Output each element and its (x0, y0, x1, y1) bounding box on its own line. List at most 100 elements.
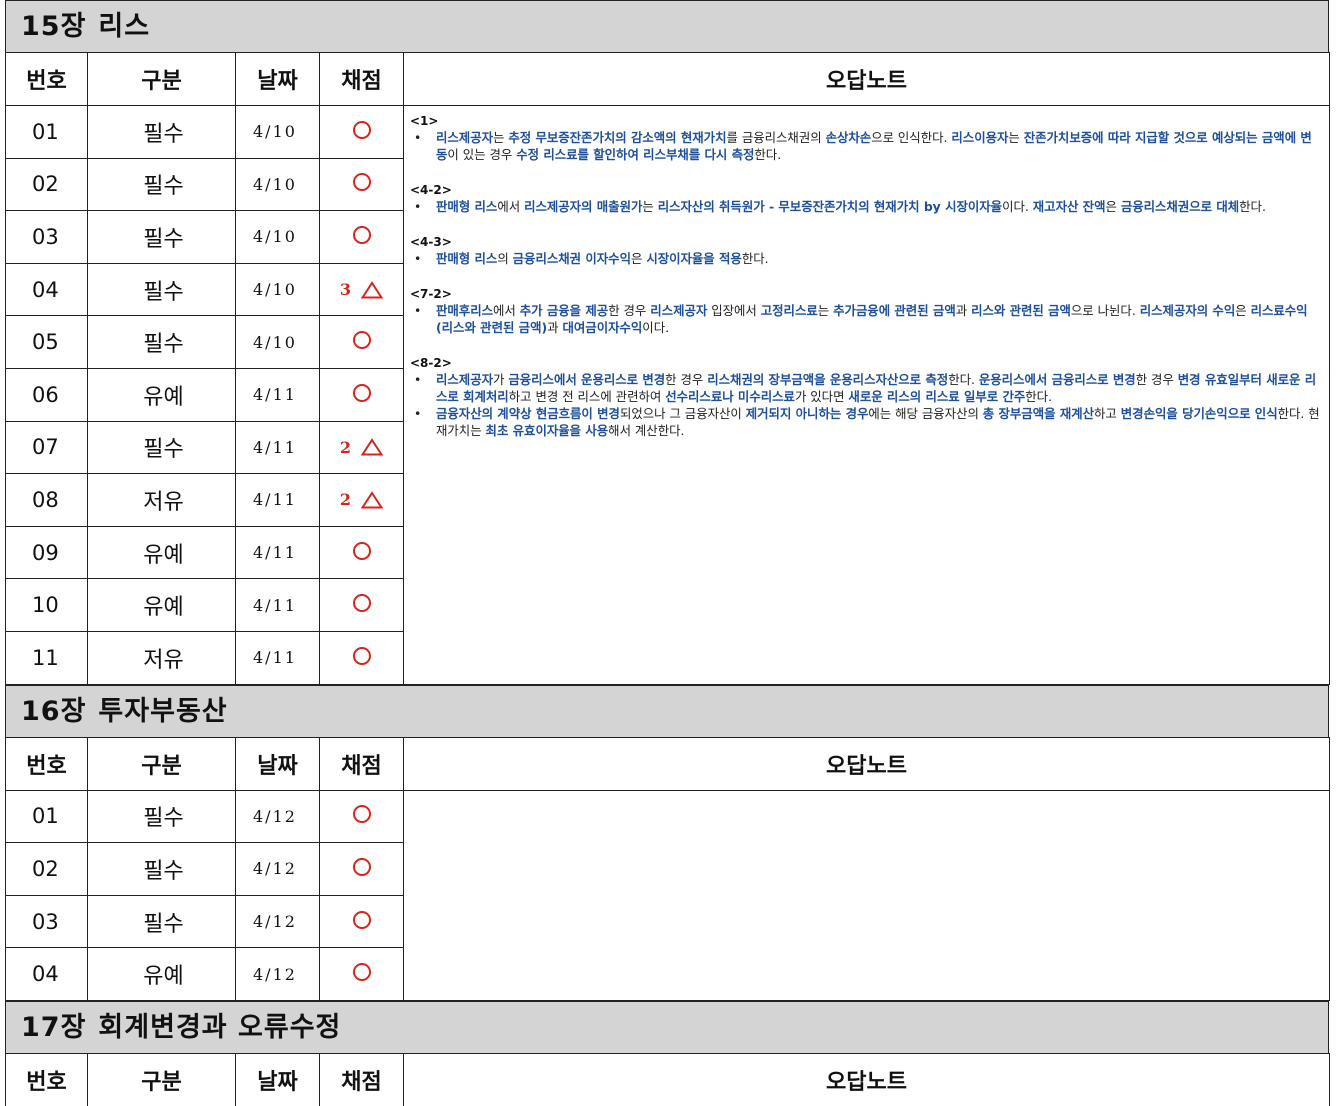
note-tag: <7-2> (410, 287, 452, 301)
note-text: 은 (1105, 199, 1121, 214)
row-number: 03 (5, 894, 88, 949)
circle-icon (352, 225, 371, 244)
grade-mark: 2 (339, 437, 384, 457)
note-tag: <8-2> (410, 356, 452, 370)
retry-count: 2 (339, 490, 352, 510)
answer-table: 번호 구분 날짜 채점 오답노트 01 필수 4/10 <1> • 리스제공자는 추정 무보증잔존가… (5, 52, 1330, 685)
bullet-icon: • (414, 251, 422, 266)
row-date: 4/10 (235, 157, 320, 212)
row-grade (319, 105, 404, 159)
note-keyword: 금융자산의 계약상 현금흐름이 변경 (436, 406, 620, 421)
note-text: 한 경우 (665, 372, 708, 387)
row-date: 4/11 (235, 578, 320, 632)
grade-mark (352, 541, 371, 560)
row-category: 유예 (87, 578, 236, 632)
note-text: 가 있다면 (794, 389, 849, 404)
note-text: 에서 (497, 199, 525, 214)
row-date: 4/12 (235, 789, 320, 844)
grade-mark (352, 383, 371, 402)
col-header-date: 날짜 (235, 736, 320, 791)
note-keyword: 고정리스료 (760, 303, 818, 318)
row-date: 4/11 (235, 473, 320, 527)
note-keyword: 추가 금융을 제공 (519, 303, 609, 318)
chapter-number: 16장 (21, 695, 87, 727)
row-grade: 3 (319, 262, 404, 317)
note-text: 는 (1008, 130, 1024, 145)
circle-icon (352, 646, 371, 665)
note-text: 가 (493, 372, 509, 387)
col-header-grade: 채점 (319, 52, 404, 106)
retry-count: 2 (339, 437, 352, 457)
note-keyword: 리스제공자 (436, 372, 493, 387)
row-number: 04 (5, 947, 88, 1001)
grade-mark (352, 594, 371, 613)
row-grade: 2 (319, 420, 404, 475)
row-grade (319, 578, 404, 632)
bullet-icon: • (414, 406, 422, 421)
note-text: 를 금융리스채권의 (726, 130, 826, 145)
row-grade (319, 157, 404, 212)
grade-mark (352, 331, 371, 350)
note-item: • 판매형 리스의 금융리스채권 이자수익은 시장이자율을 적용한다. (410, 250, 1321, 267)
note-text: 한다. (754, 147, 782, 162)
triangle-icon (361, 438, 384, 456)
row-number: 11 (5, 630, 88, 685)
circle-icon (352, 963, 371, 982)
note-keyword: 운용리스에서 금융리스로 변경 (978, 372, 1136, 387)
note-block: <8-2> • 리스제공자가 금융리스에서 운용리스로 변경한 경우 리스채권의 장… (410, 356, 1321, 439)
col-header-number: 번호 (5, 1052, 88, 1106)
row-grade (319, 315, 404, 369)
row-date: 4/12 (235, 947, 320, 1001)
grade-mark (352, 805, 371, 824)
col-header-category: 구분 (87, 52, 236, 106)
row-grade (319, 367, 404, 422)
col-header-number: 번호 (5, 52, 88, 106)
note-item: • 리스제공자는 추정 무보증잔존가치의 감소액의 현재가치를 금융리스채권의 손… (410, 129, 1321, 163)
row-date: 4/12 (235, 842, 320, 896)
note-keyword: 금융리스채권으로 대체 (1120, 199, 1240, 214)
row-grade (319, 947, 404, 1001)
note-keyword: 재고자산 잔액 (1032, 199, 1106, 214)
note-text: 에서 (493, 303, 520, 318)
row-number: 01 (5, 789, 88, 844)
note-keyword: 판매형 리스 (436, 199, 498, 214)
grade-mark (352, 225, 371, 244)
row-number: 02 (5, 157, 88, 212)
grade-mark (352, 120, 371, 139)
circle-icon (352, 120, 371, 139)
note-block: <4-3> • 판매형 리스의 금융리스채권 이자수익은 시장이자율을 적용한다. (410, 235, 1321, 267)
row-category: 유예 (87, 525, 236, 580)
grade-mark (352, 910, 371, 929)
chapter-number: 17장 (21, 1011, 87, 1043)
row-number: 02 (5, 842, 88, 896)
grade-mark (352, 646, 371, 665)
row-category: 유예 (87, 947, 236, 1001)
row-date: 4/11 (235, 525, 320, 580)
note-text: 한다. (1239, 199, 1266, 214)
row-category: 유예 (87, 367, 236, 422)
row-grade (319, 525, 404, 580)
study-sheet: 15장 리스 번호 구분 날짜 채점 오답노트 01 필수 4/10 <1> • 리스제공자는 추정 무… (5, 0, 1330, 1106)
note-keyword: 리스채권의 장부금액을 운용리스자산으로 측정 (707, 372, 949, 387)
row-grade: 2 (319, 473, 404, 527)
chapter-title: 리스 (98, 11, 151, 42)
note-block: <7-2> • 판매후리스에서 추가 금융을 제공한 경우 리스제공자 입장에서 고… (410, 287, 1321, 336)
row-category: 필수 (87, 157, 236, 212)
triangle-icon (361, 280, 384, 299)
chapter-title: 투자부동산 (98, 695, 228, 727)
note-text: 은 (630, 251, 647, 266)
row-number: 08 (5, 473, 88, 527)
circle-icon (352, 173, 371, 192)
circle-icon (352, 805, 371, 824)
note-keyword: 리스와 관련된 금액 (971, 303, 1071, 318)
notes-cell (403, 789, 1330, 1001)
notes-cell: <1> • 리스제공자는 추정 무보증잔존가치의 감소액의 현재가치를 금융리스채권… (403, 105, 1330, 685)
circle-icon (352, 383, 371, 402)
row-number: 04 (5, 262, 88, 317)
row-date: 4/11 (235, 367, 320, 422)
row-grade (319, 842, 404, 896)
note-text: 의 (497, 251, 513, 266)
grade-mark: 3 (340, 280, 384, 299)
circle-icon (352, 857, 371, 876)
row-number: 07 (5, 420, 88, 475)
